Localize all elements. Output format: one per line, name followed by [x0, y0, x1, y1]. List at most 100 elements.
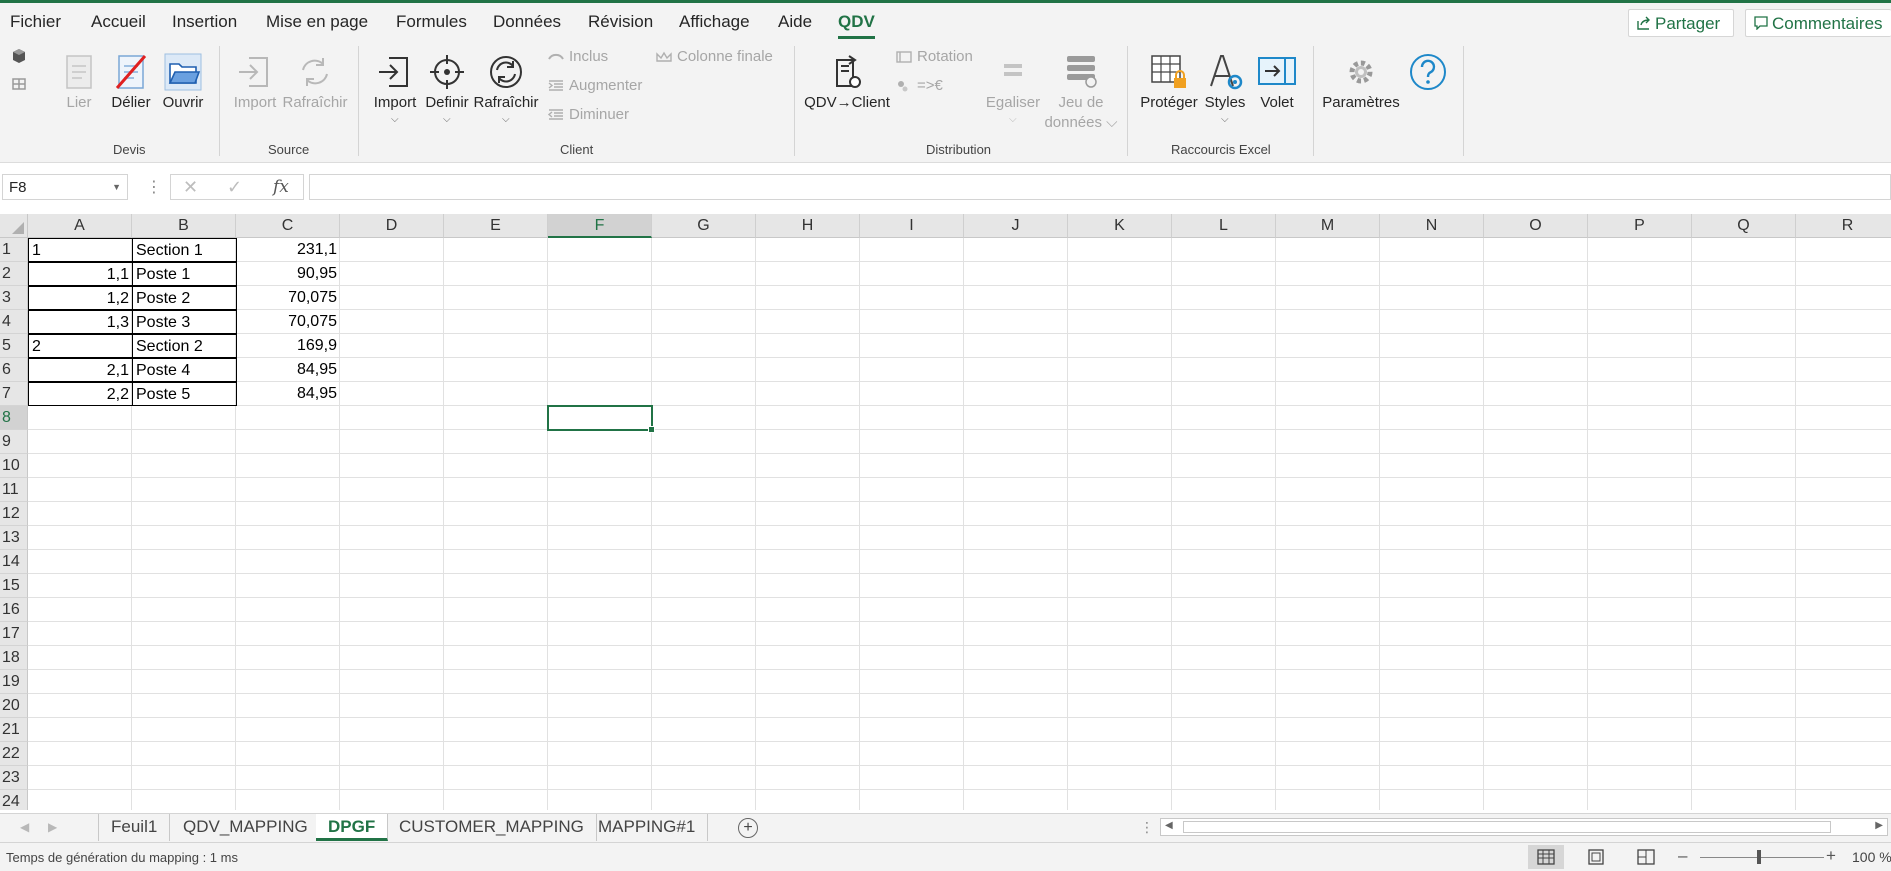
row-header-13[interactable]: 13: [0, 526, 28, 550]
row-header-19[interactable]: 19: [0, 670, 28, 694]
column-header-m[interactable]: M: [1276, 214, 1380, 238]
currency-button[interactable]: =>€: [896, 77, 943, 99]
row-header-24[interactable]: 24: [0, 790, 28, 810]
column-header-d[interactable]: D: [340, 214, 444, 238]
row-header-20[interactable]: 20: [0, 694, 28, 718]
sheet-tab-customer-mapping[interactable]: CUSTOMER_MAPPING: [387, 814, 597, 841]
cell-amount[interactable]: 169,9: [236, 334, 340, 358]
row-header-11[interactable]: 11: [0, 478, 28, 502]
cube-icon[interactable]: [11, 48, 27, 64]
tab-prev-icon[interactable]: ◀: [20, 820, 29, 834]
cell-amount[interactable]: 84,95: [236, 358, 340, 382]
cell-number[interactable]: 1: [28, 238, 133, 262]
cell-number[interactable]: 1,3: [28, 310, 133, 334]
cell-number[interactable]: 1,2: [28, 286, 133, 310]
cell-label[interactable]: Section 1: [132, 238, 237, 262]
definir-button[interactable]: Definir ⌵: [416, 44, 478, 134]
column-header-e[interactable]: E: [444, 214, 548, 238]
help-button[interactable]: [1397, 44, 1459, 134]
cell-number[interactable]: 1,1: [28, 262, 133, 286]
zoom-slider[interactable]: [1700, 857, 1824, 858]
row-header-16[interactable]: 16: [0, 598, 28, 622]
cancel-icon[interactable]: ✕: [183, 177, 198, 198]
cell-amount[interactable]: 90,95: [236, 262, 340, 286]
scroll-thumb[interactable]: [1183, 821, 1831, 833]
column-header-c[interactable]: C: [236, 214, 340, 238]
rotation-button[interactable]: Rotation: [896, 48, 973, 70]
row-header-12[interactable]: 12: [0, 502, 28, 526]
column-header-g[interactable]: G: [652, 214, 756, 238]
cell-number[interactable]: 2: [28, 334, 133, 358]
tab-insertion[interactable]: Insertion: [172, 12, 237, 32]
row-header-15[interactable]: 15: [0, 574, 28, 598]
column-header-n[interactable]: N: [1380, 214, 1484, 238]
row-header-10[interactable]: 10: [0, 454, 28, 478]
sheet-tab-mapping-1[interactable]: MAPPING#1: [586, 814, 709, 841]
name-box[interactable]: F8 ▼: [2, 174, 128, 200]
sheet-tab-dpgf[interactable]: DPGF: [316, 814, 389, 841]
row-header-2[interactable]: 2: [0, 262, 28, 286]
volet-button[interactable]: Volet: [1246, 44, 1308, 134]
zoom-out-button[interactable]: –: [1678, 846, 1687, 866]
sheet-tab-qdv-mapping[interactable]: QDV_MAPPING: [171, 814, 321, 841]
split-handle-icon[interactable]: ⋮: [1140, 819, 1154, 836]
client-rafraichir-button[interactable]: Rafraîchir ⌵: [473, 44, 539, 134]
page-layout-view-button[interactable]: [1578, 845, 1614, 869]
cell-amount[interactable]: 70,075: [236, 310, 340, 334]
row-header-8[interactable]: 8: [0, 406, 28, 430]
ouvrir-button[interactable]: Ouvrir: [152, 44, 214, 134]
tab-revision[interactable]: Révision: [588, 12, 653, 32]
cell-number[interactable]: 2,1: [28, 358, 133, 382]
cells-area[interactable]: 1 Section 1 231,1 1,1 Poste 1 90,95 1,2 Poste 2…: [28, 238, 1891, 810]
formula-input[interactable]: [309, 174, 1891, 200]
column-header-p[interactable]: P: [1588, 214, 1692, 238]
inclus-button[interactable]: Inclus: [548, 48, 608, 70]
column-header-o[interactable]: O: [1484, 214, 1588, 238]
share-button[interactable]: Partager: [1628, 9, 1734, 37]
cell-label[interactable]: Poste 4: [132, 358, 237, 382]
row-header-17[interactable]: 17: [0, 622, 28, 646]
augmenter-button[interactable]: Augmenter: [548, 77, 642, 99]
sheet-tab-feuil1[interactable]: Feuil1: [99, 814, 171, 841]
column-header-b[interactable]: B: [132, 214, 236, 238]
tab-mise-en-page[interactable]: Mise en page: [266, 12, 368, 32]
normal-view-button[interactable]: [1528, 845, 1564, 869]
check-icon[interactable]: ✓: [227, 177, 242, 198]
tab-formules[interactable]: Formules: [396, 12, 467, 32]
scroll-right-icon[interactable]: ▶: [1875, 820, 1883, 831]
row-header-21[interactable]: 21: [0, 718, 28, 742]
column-header-l[interactable]: L: [1172, 214, 1276, 238]
row-header-3[interactable]: 3: [0, 286, 28, 310]
jeu-de-donnees-button[interactable]: Jeu de données ⌵: [1044, 44, 1118, 134]
page-break-view-button[interactable]: [1628, 845, 1664, 869]
cell-label[interactable]: Poste 3: [132, 310, 237, 334]
row-header-7[interactable]: 7: [0, 382, 28, 406]
row-header-4[interactable]: 4: [0, 310, 28, 334]
row-header-22[interactable]: 22: [0, 742, 28, 766]
column-header-f[interactable]: F: [548, 214, 652, 238]
row-header-18[interactable]: 18: [0, 646, 28, 670]
column-header-q[interactable]: Q: [1692, 214, 1796, 238]
row-header-6[interactable]: 6: [0, 358, 28, 382]
cell-label[interactable]: Poste 2: [132, 286, 237, 310]
drag-handle-icon[interactable]: ⋮: [146, 177, 162, 197]
zoom-slider-thumb[interactable]: [1757, 850, 1761, 864]
colonne-finale-button[interactable]: Colonne finale: [656, 48, 773, 70]
cell-amount[interactable]: 70,075: [236, 286, 340, 310]
row-header-14[interactable]: 14: [0, 550, 28, 574]
column-header-i[interactable]: I: [860, 214, 964, 238]
layout-icon[interactable]: [11, 76, 27, 92]
source-import-button[interactable]: Import: [224, 44, 286, 134]
row-header-23[interactable]: 23: [0, 766, 28, 790]
zoom-in-button[interactable]: +: [1826, 846, 1836, 866]
diminuer-button[interactable]: Diminuer: [548, 106, 629, 128]
qdv-client-button[interactable]: QDV→Client: [804, 44, 890, 134]
cell-amount[interactable]: 231,1: [236, 238, 340, 262]
tab-aide[interactable]: Aide: [778, 12, 812, 32]
row-header-9[interactable]: 9: [0, 430, 28, 454]
column-header-r[interactable]: R: [1796, 214, 1891, 238]
cell-label[interactable]: Section 2: [132, 334, 237, 358]
column-header-a[interactable]: A: [28, 214, 132, 238]
source-rafraichir-button[interactable]: Rafraîchir: [282, 44, 348, 134]
tab-qdv[interactable]: QDV: [838, 12, 875, 39]
